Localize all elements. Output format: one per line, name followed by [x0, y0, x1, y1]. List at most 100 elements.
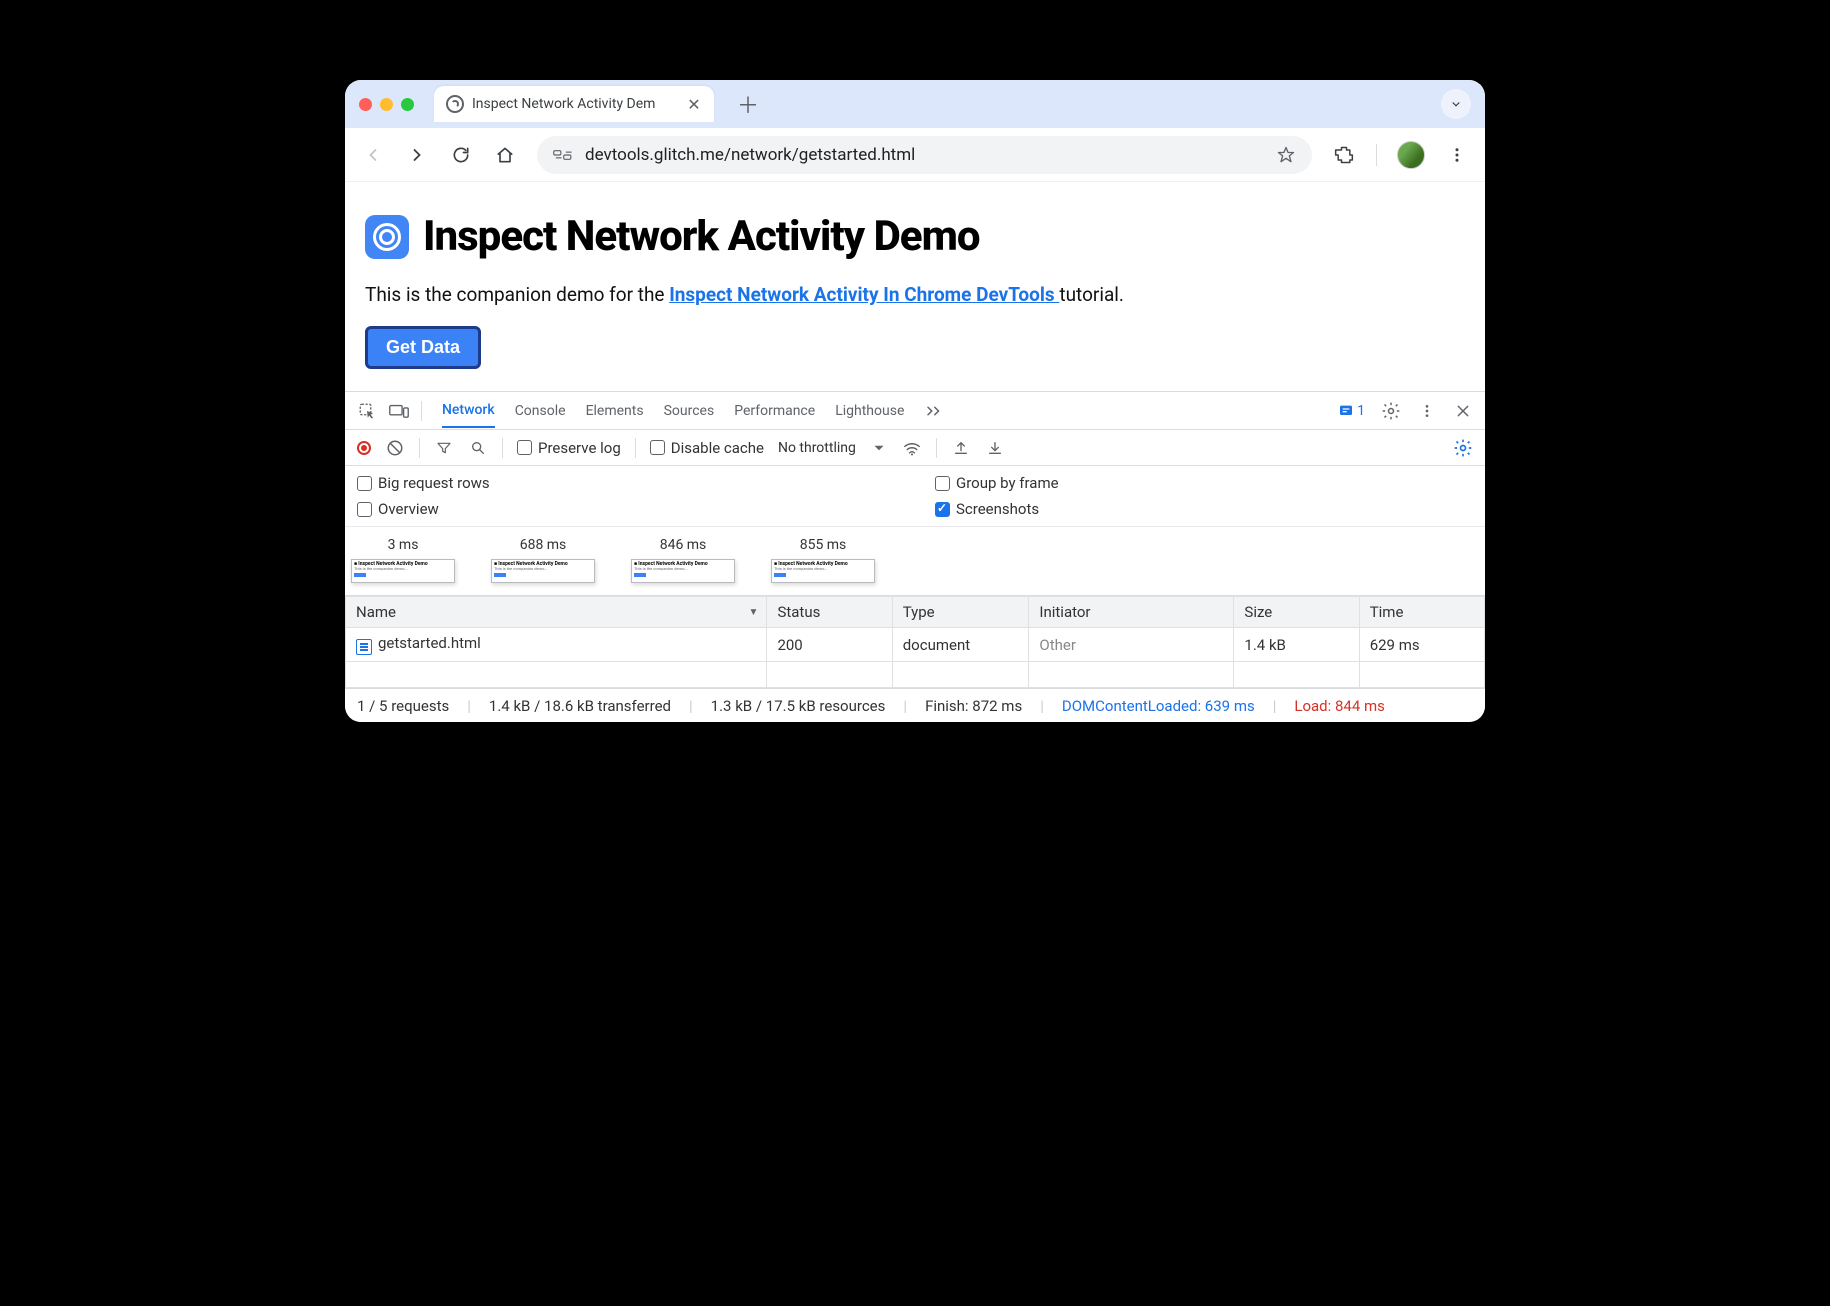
- thumbnail: ■ Inspect Network Activity DemoThis is t…: [491, 559, 595, 583]
- more-tabs-icon[interactable]: [924, 401, 944, 421]
- preserve-log-checkbox[interactable]: Preserve log: [517, 439, 621, 457]
- bookmark-icon[interactable]: [1276, 145, 1296, 165]
- filmstrip-frame[interactable]: 688 ms ■ Inspect Network Activity DemoTh…: [491, 537, 595, 583]
- filter-icon[interactable]: [434, 438, 454, 458]
- record-button[interactable]: [357, 441, 371, 455]
- filmstrip-frame[interactable]: 3 ms ■ Inspect Network Activity DemoThis…: [351, 537, 455, 583]
- network-settings-icon[interactable]: [1453, 438, 1473, 458]
- col-initiator[interactable]: Initiator: [1029, 597, 1234, 628]
- tutorial-link[interactable]: Inspect Network Activity In Chrome DevTo…: [669, 283, 1059, 306]
- network-options: Big request rows Group by frame Overview…: [345, 466, 1485, 527]
- col-status[interactable]: Status: [767, 597, 892, 628]
- group-by-frame-checkbox[interactable]: Group by frame: [935, 474, 1473, 492]
- forward-button[interactable]: [405, 143, 429, 167]
- tab-elements[interactable]: Elements: [586, 395, 644, 427]
- frame-time: 855 ms: [800, 537, 847, 553]
- tab-console[interactable]: Console: [515, 395, 566, 427]
- tab-title: Inspect Network Activity Dem: [472, 96, 678, 112]
- checkbox-icon: [517, 440, 532, 455]
- cell-size: 1.4 kB: [1234, 628, 1359, 662]
- back-button[interactable]: [361, 143, 385, 167]
- screenshots-checkbox[interactable]: Screenshots: [935, 500, 1473, 518]
- new-tab-button[interactable]: ＋: [734, 90, 762, 118]
- cell-type: document: [892, 628, 1029, 662]
- tab-strip: Inspect Network Activity Dem ✕ ＋: [345, 80, 1485, 128]
- filmstrip: 3 ms ■ Inspect Network Activity DemoThis…: [345, 527, 1485, 596]
- browser-tab[interactable]: Inspect Network Activity Dem ✕: [434, 86, 714, 122]
- filmstrip-frame[interactable]: 846 ms ■ Inspect Network Activity DemoTh…: [631, 537, 735, 583]
- overview-checkbox[interactable]: Overview: [357, 500, 895, 518]
- device-mode-icon[interactable]: [389, 401, 409, 421]
- upload-har-icon[interactable]: [951, 438, 971, 458]
- table-row[interactable]: getstarted.html 200 document Other 1.4 k…: [346, 628, 1485, 662]
- tab-performance[interactable]: Performance: [734, 395, 815, 427]
- inspect-element-icon[interactable]: [357, 401, 377, 421]
- document-icon: [356, 639, 372, 655]
- tab-sources[interactable]: Sources: [664, 395, 715, 427]
- status-transferred: 1.4 kB / 18.6 kB transferred: [489, 697, 671, 715]
- frame-time: 846 ms: [660, 537, 707, 553]
- issues-badge[interactable]: 1: [1338, 403, 1365, 419]
- disable-cache-checkbox[interactable]: Disable cache: [650, 439, 764, 457]
- address-bar[interactable]: devtools.glitch.me/network/getstarted.ht…: [537, 136, 1312, 174]
- thumbnail: ■ Inspect Network Activity DemoThis is t…: [631, 559, 735, 583]
- desc-prefix: This is the companion demo for the: [365, 283, 669, 306]
- close-tab-icon[interactable]: ✕: [686, 96, 702, 112]
- disable-cache-label: Disable cache: [671, 439, 764, 457]
- profile-avatar[interactable]: [1397, 141, 1425, 169]
- extensions-icon[interactable]: [1332, 143, 1356, 167]
- throttling-select[interactable]: No throttling: [778, 439, 888, 457]
- desc-suffix: tutorial.: [1059, 283, 1124, 306]
- minimize-window-button[interactable]: [380, 98, 393, 111]
- network-conditions-icon[interactable]: [902, 438, 922, 458]
- close-window-button[interactable]: [359, 98, 372, 111]
- browser-window: Inspect Network Activity Dem ✕ ＋ devtool…: [345, 80, 1485, 722]
- get-data-button[interactable]: Get Data: [365, 326, 481, 369]
- home-button[interactable]: [493, 143, 517, 167]
- chrome-logo-icon: [365, 215, 409, 259]
- close-devtools-icon[interactable]: [1453, 401, 1473, 421]
- network-status-bar: 1 / 5 requests | 1.4 kB / 18.6 kB transf…: [345, 688, 1485, 722]
- cell-status: 200: [767, 628, 892, 662]
- col-name[interactable]: Name: [346, 597, 767, 628]
- toolbar-divider: [1376, 144, 1377, 166]
- table-row-empty: [346, 662, 1485, 688]
- filmstrip-frame[interactable]: 855 ms ■ Inspect Network Activity DemoTh…: [771, 537, 875, 583]
- divider: [421, 401, 422, 421]
- checkbox-checked-icon: [935, 502, 950, 517]
- network-filter-bar: Preserve log Disable cache No throttling: [345, 430, 1485, 466]
- status-resources: 1.3 kB / 17.5 kB resources: [711, 697, 886, 715]
- status-requests: 1 / 5 requests: [357, 697, 449, 715]
- divider: [635, 438, 636, 458]
- kebab-menu-icon[interactable]: [1417, 401, 1437, 421]
- status-load: Load: 844 ms: [1294, 697, 1385, 715]
- screenshots-label: Screenshots: [956, 500, 1039, 518]
- settings-icon[interactable]: [1381, 401, 1401, 421]
- col-size[interactable]: Size: [1234, 597, 1359, 628]
- divider: [936, 438, 937, 458]
- url-text: devtools.glitch.me/network/getstarted.ht…: [585, 145, 1264, 165]
- tab-search-button[interactable]: [1441, 89, 1471, 119]
- clear-icon[interactable]: [385, 438, 405, 458]
- checkbox-icon: [935, 476, 950, 491]
- page-title: Inspect Network Activity Demo: [423, 212, 980, 261]
- divider: [502, 438, 503, 458]
- cell-initiator: Other: [1029, 628, 1234, 662]
- frame-time: 3 ms: [388, 537, 419, 553]
- maximize-window-button[interactable]: [401, 98, 414, 111]
- page-content: Inspect Network Activity Demo This is th…: [345, 182, 1485, 391]
- tab-lighthouse[interactable]: Lighthouse: [835, 395, 904, 427]
- big-rows-checkbox[interactable]: Big request rows: [357, 474, 895, 492]
- tab-network[interactable]: Network: [442, 394, 495, 428]
- site-info-icon[interactable]: [553, 147, 573, 163]
- checkbox-icon: [357, 476, 372, 491]
- search-icon[interactable]: [468, 438, 488, 458]
- col-type[interactable]: Type: [892, 597, 1029, 628]
- cell-time: 629 ms: [1359, 628, 1484, 662]
- reload-button[interactable]: [449, 143, 473, 167]
- chrome-menu-icon[interactable]: [1445, 143, 1469, 167]
- devtools-panel: Network Console Elements Sources Perform…: [345, 391, 1485, 722]
- download-har-icon[interactable]: [985, 438, 1005, 458]
- col-time[interactable]: Time: [1359, 597, 1484, 628]
- group-by-frame-label: Group by frame: [956, 474, 1059, 492]
